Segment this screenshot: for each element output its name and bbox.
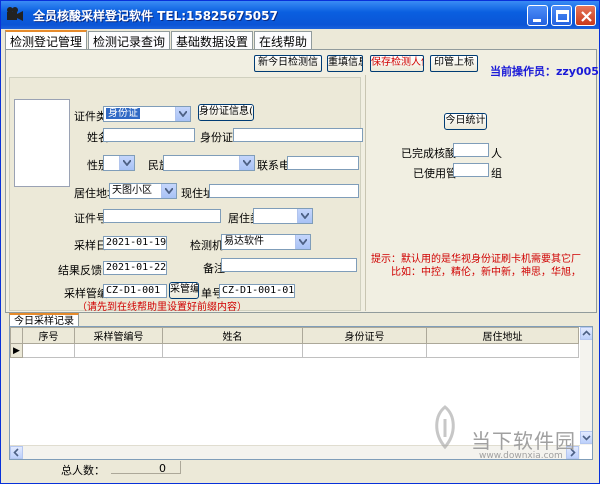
used-unit-label: 组 bbox=[491, 167, 502, 180]
used-count-label: 已使用管 bbox=[413, 167, 457, 180]
tab-basic-data[interactable]: 基础数据设置 bbox=[171, 31, 253, 49]
tab-today-records[interactable]: 今日采样记录 bbox=[9, 313, 79, 327]
name-input[interactable] bbox=[103, 128, 195, 142]
refill-button[interactable]: 重填信息 bbox=[327, 55, 363, 72]
single-no-input[interactable]: CZ-D1-001-01 bbox=[219, 284, 295, 298]
tab-register[interactable]: 检测登记管理 bbox=[5, 30, 87, 49]
title-bar[interactable]: 全员核酸采样登记软件 TEL:15825675057 bbox=[1, 1, 599, 29]
vertical-scrollbar[interactable] bbox=[580, 327, 592, 445]
chevron-down-icon bbox=[123, 160, 131, 166]
ethnic-select[interactable] bbox=[163, 155, 255, 171]
gender-select[interactable] bbox=[103, 155, 135, 171]
status-bar: 总人数： 0 bbox=[9, 461, 593, 477]
watermark-url: www.downxia.com bbox=[479, 451, 563, 461]
chevron-down-icon bbox=[179, 111, 187, 117]
remark-input[interactable] bbox=[221, 258, 357, 272]
table-header-row: 序号 采样管编号 姓名 身份证号 居住地址 bbox=[10, 327, 579, 344]
address-select[interactable]: 天图小区 bbox=[109, 183, 177, 199]
app-icon bbox=[7, 7, 23, 21]
current-address-input[interactable] bbox=[209, 184, 359, 198]
close-icon bbox=[581, 11, 592, 22]
cell-id[interactable] bbox=[302, 343, 427, 358]
total-count-box: 0 bbox=[111, 461, 181, 475]
watermark-text: 当下软件园 bbox=[471, 429, 576, 453]
maximize-button[interactable] bbox=[551, 5, 572, 26]
cell-address[interactable] bbox=[426, 343, 579, 358]
chevron-down-icon bbox=[299, 239, 307, 245]
address-value: 天图小区 bbox=[112, 185, 152, 196]
tube-no-input[interactable]: CZ-D1-001 bbox=[103, 284, 167, 298]
done-unit-label: 人 bbox=[491, 147, 502, 160]
row-indicator: ▶ bbox=[10, 343, 23, 358]
id-type-value: 身份证 bbox=[106, 108, 140, 119]
read-id-card-button[interactable]: 身份证信息( bbox=[198, 104, 254, 121]
print-label-button[interactable]: 印管上标 bbox=[430, 55, 478, 72]
minimize-button[interactable] bbox=[527, 5, 548, 26]
app-window: 全员核酸采样登记软件 TEL:15825675057 检测登记管理 检测记录查询… bbox=[0, 0, 600, 484]
chevron-down-icon bbox=[582, 435, 591, 441]
dropdown-button[interactable] bbox=[161, 184, 176, 198]
cell-seq[interactable] bbox=[22, 343, 75, 358]
prefix-note: （请先到在线帮助里设置好前缀内容） bbox=[77, 302, 247, 313]
total-value: 0 bbox=[159, 462, 166, 475]
window-title: 全员核酸采样登记软件 TEL:15825675057 bbox=[33, 9, 278, 23]
tube-no-button[interactable]: 采管编号 bbox=[169, 282, 199, 299]
phone-input[interactable] bbox=[287, 156, 359, 170]
residence-type-select[interactable] bbox=[253, 208, 313, 224]
dropdown-button[interactable] bbox=[297, 209, 312, 223]
column-header-name[interactable]: 姓名 bbox=[162, 327, 303, 344]
table-row[interactable]: ▶ bbox=[10, 343, 579, 358]
hint-line-2: 比如：中控，精伦，新中新，神思，华旭， bbox=[391, 267, 581, 278]
column-header-address[interactable]: 居住地址 bbox=[426, 327, 579, 344]
save-person-button[interactable]: 保存检测人信 bbox=[370, 55, 424, 72]
done-count-input[interactable] bbox=[453, 143, 489, 157]
id-card-input[interactable] bbox=[233, 128, 363, 142]
sample-date-input[interactable]: 2021-01-19 bbox=[103, 236, 167, 250]
chevron-left-icon bbox=[13, 448, 19, 457]
tab-query[interactable]: 检测记录查询 bbox=[88, 31, 170, 49]
dropdown-button[interactable] bbox=[295, 235, 310, 249]
result-date-input[interactable]: 2021-01-22 bbox=[103, 261, 167, 275]
scroll-left-button[interactable] bbox=[10, 446, 23, 459]
column-header-seq[interactable]: 序号 bbox=[22, 327, 75, 344]
cell-tube[interactable] bbox=[74, 343, 163, 358]
agency-select[interactable]: 易达软件 bbox=[221, 234, 311, 250]
maximize-icon bbox=[556, 10, 569, 22]
column-header-id[interactable]: 身份证号 bbox=[302, 327, 427, 344]
chevron-down-icon bbox=[301, 213, 309, 219]
dropdown-button[interactable] bbox=[175, 107, 190, 121]
scroll-up-button[interactable] bbox=[580, 327, 592, 340]
close-button[interactable] bbox=[575, 5, 596, 26]
agency-value: 易达软件 bbox=[224, 236, 264, 247]
cert-no-input[interactable] bbox=[103, 209, 221, 223]
today-stats-button[interactable]: 今日统计 bbox=[444, 113, 487, 130]
scroll-down-button[interactable] bbox=[580, 431, 592, 444]
column-header-tube[interactable]: 采样管编号 bbox=[74, 327, 163, 344]
phone-label: 联系电 bbox=[257, 159, 290, 172]
new-today-button[interactable]: 新今日检测信 bbox=[254, 55, 322, 72]
row-indicator-header bbox=[10, 327, 23, 344]
used-count-input[interactable] bbox=[453, 163, 489, 177]
chevron-down-icon bbox=[165, 188, 173, 194]
dropdown-button[interactable] bbox=[119, 156, 134, 170]
photo-box bbox=[14, 99, 70, 187]
chevron-down-icon bbox=[243, 160, 251, 166]
tab-help[interactable]: 在线帮助 bbox=[254, 31, 312, 49]
cell-name[interactable] bbox=[162, 343, 303, 358]
chevron-up-icon bbox=[582, 330, 591, 336]
done-count-label: 已完成核酸 bbox=[401, 147, 456, 160]
total-label: 总人数： bbox=[61, 464, 105, 477]
minimize-icon bbox=[533, 19, 541, 22]
records-table: 序号 采样管编号 姓名 身份证号 居住地址 ▶ bbox=[10, 327, 579, 358]
agency-label: 检测机 bbox=[190, 239, 223, 252]
result-date-label: 结果反馈 bbox=[58, 264, 102, 277]
dropdown-button[interactable] bbox=[239, 156, 254, 170]
id-type-select[interactable]: 身份证 bbox=[103, 106, 191, 122]
id-card-label: 身份证 bbox=[200, 131, 233, 144]
